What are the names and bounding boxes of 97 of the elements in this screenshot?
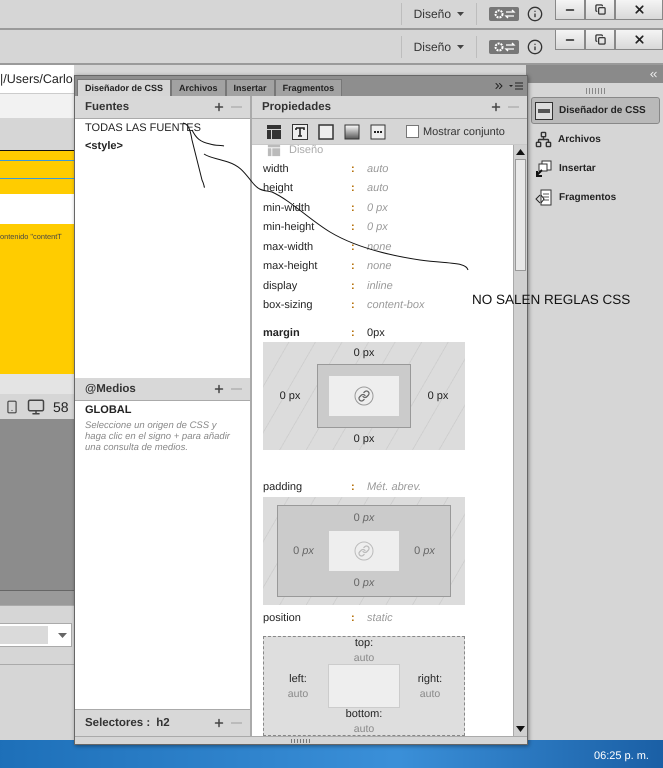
position-label: left: bbox=[289, 672, 307, 685]
section-title: Diseño bbox=[289, 145, 324, 156]
text-icon[interactable] bbox=[292, 124, 308, 140]
colon: : bbox=[351, 280, 355, 292]
more-icon[interactable] bbox=[370, 124, 386, 140]
panel-title: @Medios bbox=[85, 382, 136, 395]
scroll-up-icon[interactable] bbox=[516, 149, 525, 155]
panel-title: Selectores : bbox=[85, 717, 150, 730]
media-item[interactable]: GLOBAL bbox=[85, 404, 132, 416]
colon: : bbox=[351, 260, 355, 272]
snippet-icon bbox=[535, 188, 553, 206]
selector-value: h2 bbox=[156, 717, 170, 730]
insert-icon bbox=[535, 160, 553, 178]
add-icon[interactable] bbox=[490, 101, 502, 113]
dock-item[interactable]: Fragmentos bbox=[531, 184, 660, 211]
panel-title: Propiedades bbox=[262, 101, 332, 113]
add-icon[interactable] bbox=[213, 717, 225, 730]
scroll-down-icon[interactable] bbox=[516, 726, 525, 732]
panel-title: Fuentes bbox=[85, 100, 130, 113]
view-menu[interactable]: Diseño bbox=[410, 7, 468, 21]
close-icon[interactable] bbox=[632, 33, 646, 46]
colon: : bbox=[351, 612, 355, 624]
property-name: height bbox=[263, 182, 293, 194]
property-name: min-height bbox=[263, 221, 314, 234]
padding-top-value[interactable]: 0 px bbox=[354, 512, 374, 524]
dock-item[interactable]: Diseñador de CSS bbox=[531, 97, 660, 124]
path-field: |/Users/Carlo bbox=[0, 65, 74, 94]
collapse-icon[interactable] bbox=[648, 68, 659, 80]
property-name: max-height bbox=[263, 260, 318, 272]
phone-icon[interactable] bbox=[5, 400, 19, 414]
scroll-thumb[interactable] bbox=[515, 159, 526, 271]
colon: : bbox=[351, 481, 355, 494]
panel-tab[interactable]: Insertar bbox=[226, 79, 275, 96]
restore-icon[interactable] bbox=[594, 4, 606, 15]
border-icon[interactable] bbox=[318, 124, 334, 140]
restore-button[interactable] bbox=[585, 30, 615, 50]
colon: : bbox=[351, 182, 355, 194]
hint-text: Seleccione un origen de CSS y haga clic en el signo + para añadir una consulta de medios. bbox=[85, 420, 232, 454]
link-icon[interactable] bbox=[354, 386, 374, 406]
add-icon[interactable] bbox=[213, 382, 225, 395]
padding-right-value[interactable]: 0 px bbox=[414, 544, 435, 557]
element-box bbox=[328, 664, 400, 708]
colon: : bbox=[351, 240, 355, 253]
close-button[interactable] bbox=[615, 0, 663, 20]
colon: : bbox=[351, 162, 355, 175]
caret-icon[interactable] bbox=[457, 12, 464, 16]
property-name: width bbox=[263, 162, 289, 175]
zoom-value: 58 bbox=[53, 398, 69, 414]
resize-grip[interactable] bbox=[291, 738, 311, 742]
padding-bottom-value[interactable]: 0 px bbox=[354, 577, 374, 590]
margin-top-value[interactable]: 0 px bbox=[354, 347, 374, 360]
property-name: margin bbox=[263, 326, 300, 339]
sync-icon[interactable] bbox=[489, 40, 519, 54]
sitemap-icon bbox=[535, 131, 552, 148]
padding-left-value[interactable]: 0 px bbox=[293, 544, 314, 557]
colon: : bbox=[351, 299, 355, 312]
position-label: bottom: bbox=[346, 708, 382, 720]
property-name: position bbox=[263, 612, 301, 624]
dock-item[interactable]: Archivos bbox=[531, 126, 660, 153]
property-value[interactable]: 0px bbox=[367, 326, 385, 339]
property-name: display bbox=[263, 280, 298, 292]
position-label: right: bbox=[418, 672, 442, 685]
view-menu[interactable]: Diseño bbox=[410, 40, 468, 54]
add-icon[interactable] bbox=[213, 100, 225, 113]
close-button[interactable] bbox=[615, 30, 663, 50]
info-icon[interactable] bbox=[527, 38, 543, 54]
margin-left-value[interactable]: 0 px bbox=[280, 390, 300, 402]
dock-item[interactable]: Insertar bbox=[531, 155, 660, 182]
panel-tab[interactable]: Archivos bbox=[171, 79, 226, 96]
margin-right-value[interactable]: 0 px bbox=[428, 390, 448, 402]
caret-icon[interactable] bbox=[457, 44, 464, 48]
colon: : bbox=[351, 326, 355, 339]
gradient-icon[interactable] bbox=[344, 124, 360, 140]
clock: 06:25 p. m. bbox=[594, 750, 649, 762]
sync-icon[interactable] bbox=[489, 7, 519, 21]
monitor-icon[interactable] bbox=[27, 398, 45, 416]
property-name: padding bbox=[263, 481, 302, 494]
panel-tab[interactable]: Diseñador de CSS bbox=[77, 79, 172, 96]
grip-icon[interactable] bbox=[586, 88, 606, 94]
property-name: box-sizing bbox=[263, 299, 313, 312]
caret-icon[interactable] bbox=[58, 632, 67, 638]
layout-icon[interactable] bbox=[266, 124, 282, 140]
margin-bottom-value[interactable]: 0 px bbox=[354, 432, 374, 445]
panel-tab[interactable]: Fragmentos bbox=[274, 79, 342, 96]
close-icon[interactable] bbox=[632, 3, 646, 16]
property-name: max-width bbox=[263, 240, 314, 253]
info-icon[interactable] bbox=[527, 6, 543, 22]
restore-icon[interactable] bbox=[594, 34, 606, 45]
show-set-checkbox[interactable]: Mostrar conjunto bbox=[406, 125, 505, 138]
expand-icon[interactable] bbox=[493, 80, 505, 92]
restore-button[interactable] bbox=[585, 0, 615, 20]
layout-icon bbox=[267, 145, 281, 157]
menu-icon[interactable] bbox=[509, 82, 523, 90]
colon: : bbox=[351, 202, 355, 214]
colon: : bbox=[351, 221, 355, 234]
position-label: top: bbox=[354, 637, 374, 650]
source-item[interactable]: <style> bbox=[85, 140, 123, 152]
